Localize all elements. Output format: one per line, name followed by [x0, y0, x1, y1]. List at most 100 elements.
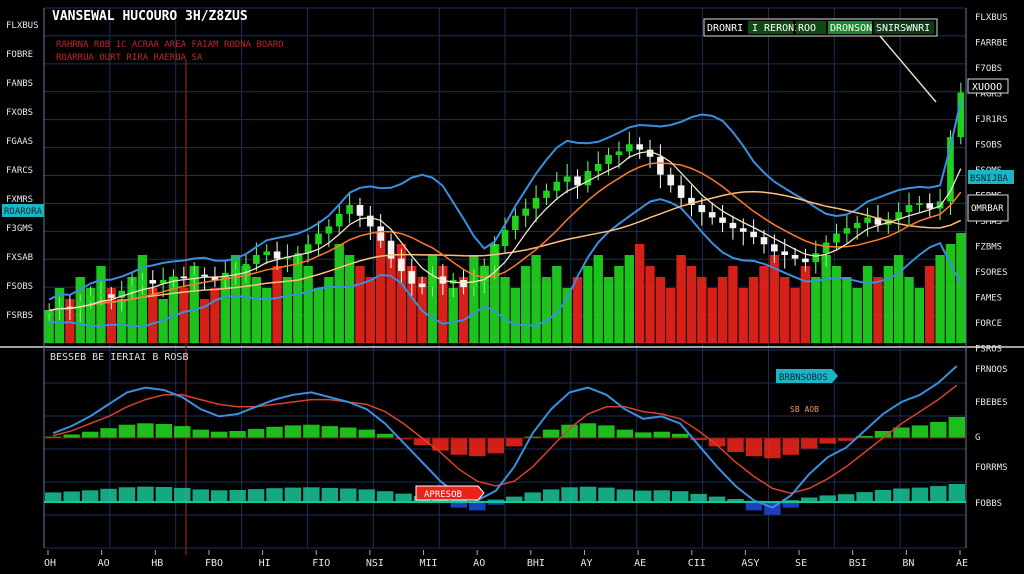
- volume-bar: [210, 288, 220, 343]
- osc-histogram-bar: [358, 429, 375, 438]
- osc-teal-bar: [284, 487, 302, 502]
- volume-bar: [707, 288, 717, 343]
- y-tick-label-left: FGAAS: [6, 137, 33, 147]
- y-tick-label-osc: FBEBES: [975, 398, 1008, 408]
- osc-histogram-bar: [155, 424, 173, 438]
- osc-teal-bar: [247, 489, 265, 502]
- osc-teal-bar: [524, 492, 541, 502]
- osc-teal-bar: [63, 491, 80, 502]
- candle-body: [905, 205, 913, 213]
- volume-bar: [811, 277, 821, 343]
- volume-bar: [728, 266, 738, 343]
- volume-bar: [365, 277, 376, 343]
- candle-body: [543, 190, 550, 198]
- osc-histogram-bar: [266, 426, 283, 438]
- candle-body: [615, 151, 623, 155]
- legend-item-3: DRONSON: [830, 23, 872, 34]
- volume-bar: [634, 244, 645, 343]
- osc-histogram-bar: [376, 433, 394, 438]
- y-tick-label-left: FANBS: [6, 79, 33, 89]
- y-tick-label-left: FOBRE: [6, 50, 33, 60]
- candle-body: [263, 251, 271, 255]
- candle-body: [512, 215, 519, 230]
- candle-body: [926, 203, 934, 209]
- volume-bar: [614, 266, 624, 343]
- candle-body: [532, 197, 540, 209]
- osc-blue-bar: [469, 502, 486, 511]
- candle-body: [418, 283, 426, 288]
- volume-bar: [655, 277, 666, 343]
- osc-teal-bar: [616, 489, 634, 502]
- candle-body: [812, 253, 820, 263]
- volume-bar: [469, 255, 479, 343]
- volume-bar: [282, 277, 293, 343]
- candle-body: [594, 163, 602, 172]
- candle-body: [781, 251, 789, 255]
- candle-body: [677, 185, 685, 198]
- volume-bar: [334, 244, 344, 343]
- x-tick-label: NSI: [366, 558, 384, 569]
- osc-histogram-bar: [911, 425, 929, 438]
- x-tick-label: FBO: [205, 558, 223, 569]
- y-tick-label-right: FORCE: [975, 319, 1002, 329]
- candle-body: [398, 258, 405, 272]
- volume-bar: [925, 266, 935, 343]
- white-tag: OMRBAR: [971, 204, 1004, 214]
- x-tick-label: HI: [259, 558, 271, 569]
- candle-body: [335, 213, 343, 227]
- volume-bar: [780, 277, 790, 343]
- osc-histogram-bar: [63, 434, 80, 438]
- candle-body: [843, 228, 851, 234]
- osc-histogram-bar: [874, 431, 892, 438]
- volume-bar: [521, 266, 531, 343]
- stock-chart: FLXBUSFARRBEF7OBSFAGRSFJR1RSFSOBSFSOMSFS…: [0, 0, 1024, 574]
- candle-body: [346, 205, 353, 214]
- y-tick-label-right: FZBMS: [975, 243, 1002, 253]
- x-tick-label: HB: [151, 558, 163, 569]
- osc-histogram-bar: [653, 431, 670, 438]
- x-tick-label: CII: [688, 558, 706, 569]
- candle-body: [729, 222, 737, 229]
- volume-bar: [376, 233, 386, 343]
- candle-body: [408, 271, 416, 284]
- volume-bar: [873, 277, 883, 343]
- osc-teal-bar: [340, 488, 357, 502]
- candle-body: [563, 176, 571, 182]
- volume-bar: [697, 277, 707, 343]
- osc-histogram-bar: [284, 425, 302, 438]
- volume-bar: [262, 288, 272, 343]
- y-tick-label-right: FARRBE: [975, 39, 1008, 49]
- osc-cyan-tag: BRBNSOBOS: [776, 369, 838, 383]
- volume-bar: [583, 266, 593, 343]
- candle-body: [45, 310, 53, 314]
- y-tick-label-osc: G: [975, 433, 980, 443]
- osc-teal-bar: [358, 489, 375, 502]
- volume-bar: [862, 266, 873, 343]
- volume-bar: [500, 277, 510, 343]
- y-tick-label-left: F3GMS: [6, 224, 33, 234]
- osc-teal-bar: [930, 486, 947, 502]
- volume-bar: [935, 255, 945, 343]
- volume-bar: [179, 288, 189, 343]
- candle-body: [605, 155, 612, 164]
- osc-teal-bar: [395, 493, 412, 502]
- candle-body: [325, 226, 333, 234]
- osc-histogram-bar: [506, 438, 523, 447]
- candle-body: [315, 233, 322, 245]
- legend-item-4: SNIRSWNRI: [876, 23, 930, 34]
- candle-body: [356, 205, 364, 216]
- x-tick-label: OH: [44, 558, 56, 569]
- candle-body: [170, 276, 177, 280]
- volume-bar: [645, 266, 655, 343]
- osc-histogram-bar: [930, 421, 947, 438]
- volume-bar: [759, 266, 769, 343]
- volume-bar: [904, 277, 914, 343]
- candle-body: [719, 217, 726, 223]
- osc-histogram-bar: [413, 438, 431, 445]
- osc-teal-bar: [81, 490, 99, 502]
- osc-teal-bar: [598, 487, 615, 502]
- osc-histogram-bar: [671, 433, 689, 438]
- osc-histogram-bar: [303, 424, 320, 438]
- candle-body: [708, 212, 716, 218]
- osc-histogram-bar: [819, 438, 836, 444]
